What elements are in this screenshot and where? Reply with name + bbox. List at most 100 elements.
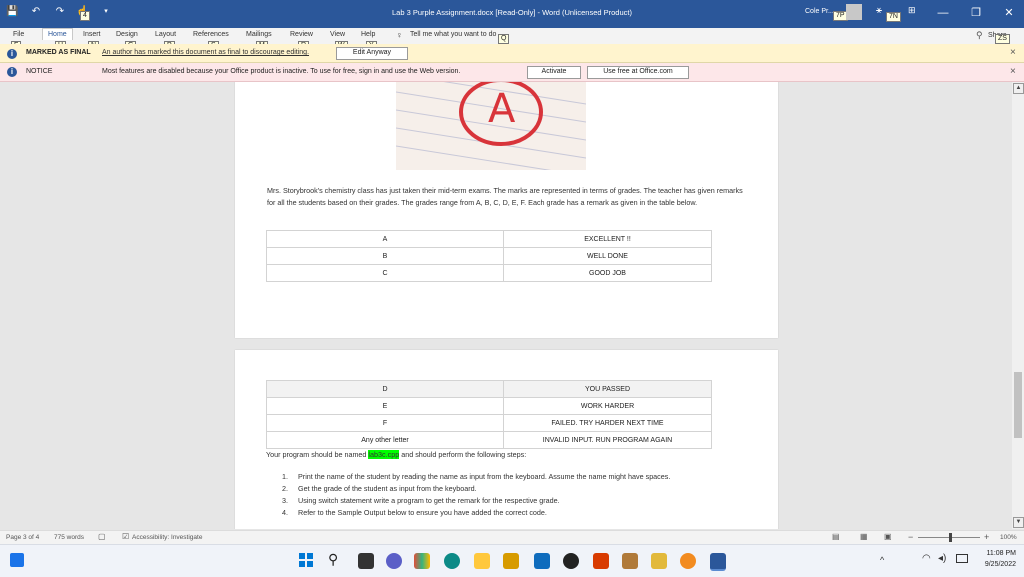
taskbar: ⚲ ^ ◠ ◂) 11:08 PM 9/25/2022 — [0, 544, 1024, 577]
use-free-button[interactable]: Use free at Office.com — [587, 66, 689, 79]
coauthoring-icon[interactable]: ⊞ — [908, 5, 916, 16]
keytip-share: ZS — [995, 34, 1010, 44]
file-explorer-icon[interactable] — [474, 553, 490, 569]
table-row: A EXCELLENT !! — [266, 230, 712, 248]
proofing-icon[interactable]: ▢ — [98, 532, 106, 541]
grade-cell: F — [266, 414, 504, 432]
grade-letter: A — [488, 86, 516, 132]
tab-references[interactable]: References — [190, 30, 232, 39]
start-icon[interactable] — [299, 553, 313, 567]
tab-insert[interactable]: Insert — [80, 30, 104, 39]
status-bar: Page 3 of 4 775 words ▢ ☑ Accessibility:… — [0, 530, 1024, 545]
task-view-icon[interactable] — [358, 553, 374, 569]
clock-time[interactable]: 11:08 PM — [980, 550, 1016, 557]
close-notice-bar-icon[interactable]: × — [1010, 66, 1016, 77]
edit-anyway-button[interactable]: Edit Anyway — [336, 47, 408, 60]
step-number: 2. — [282, 484, 288, 493]
close-button[interactable]: ✕ — [998, 4, 1020, 22]
remark-cell: GOOD JOB — [503, 264, 712, 282]
minimize-button[interactable]: — — [932, 4, 954, 22]
scroll-up-icon[interactable]: ▲ — [1013, 83, 1024, 94]
notice-label: NOTICE — [26, 68, 53, 75]
remark-cell: YOU PASSED — [503, 380, 712, 398]
ribbon-tabs: File Home Insert Design Layout Reference… — [0, 28, 1024, 51]
accessibility-icon[interactable]: ☑ — [122, 532, 129, 541]
list-item: 2. Get the grade of the student as input … — [282, 483, 762, 495]
tab-view[interactable]: View — [327, 30, 348, 39]
print-layout-icon[interactable]: ▦ — [860, 532, 868, 541]
table-row: F FAILED. TRY HARDER NEXT TIME — [266, 414, 712, 432]
zoom-level[interactable]: 100% — [1000, 534, 1017, 541]
search-icon[interactable]: ⚲ — [328, 551, 338, 568]
table-row: D YOU PASSED — [266, 380, 712, 398]
chat-icon[interactable] — [386, 553, 402, 569]
tab-design[interactable]: Design — [113, 30, 141, 39]
page-3: A Mrs. Storybrook's chemistry class has … — [235, 82, 778, 338]
tab-layout[interactable]: Layout — [152, 30, 179, 39]
graded-paper-image[interactable]: A — [396, 82, 586, 170]
avatar[interactable] — [846, 4, 862, 20]
activate-button[interactable]: Activate — [527, 66, 581, 79]
restore-button[interactable]: ❐ — [965, 4, 987, 22]
app-grid-icon[interactable] — [414, 553, 430, 569]
user-name[interactable]: Cole Pr... — [805, 8, 834, 15]
firefox-icon[interactable] — [680, 553, 696, 569]
vertical-scrollbar[interactable]: ▲ ▼ — [1012, 82, 1024, 529]
grade-cell: D — [266, 380, 504, 398]
wifi-icon[interactable]: ◠ — [922, 553, 931, 564]
step-text: Refer to the Sample Output below to ensu… — [298, 508, 547, 517]
list-item: 4. Refer to the Sample Output below to en… — [282, 507, 762, 519]
clock-date[interactable]: 9/25/2022 — [974, 561, 1016, 568]
table-row: C GOOD JOB — [266, 264, 712, 282]
word-icon[interactable] — [710, 553, 726, 571]
office-icon[interactable] — [593, 553, 609, 569]
tell-me-search[interactable]: Tell me what you want to do — [410, 31, 496, 38]
dell-icon[interactable] — [563, 553, 579, 569]
grade-cell: E — [266, 397, 504, 415]
ribbon-display-icon[interactable]: ⚹ — [876, 5, 882, 16]
web-layout-icon[interactable]: ▣ — [884, 532, 892, 541]
notice-bar: i NOTICE Most features are disabled beca… — [0, 63, 1024, 82]
tab-file[interactable]: File — [10, 30, 27, 39]
mail-icon[interactable] — [534, 553, 550, 569]
store-icon[interactable] — [503, 553, 519, 569]
tab-mailings[interactable]: Mailings — [243, 30, 275, 39]
keytip-ribbon: 7N — [886, 12, 901, 22]
volume-icon[interactable]: ◂) — [938, 553, 946, 564]
tray-chevron-icon[interactable]: ^ — [880, 555, 884, 565]
tab-help[interactable]: Help — [358, 30, 378, 39]
grade-cell: A — [266, 230, 504, 248]
scroll-down-icon[interactable]: ▼ — [1013, 517, 1024, 528]
program-post-text: and should perform the following steps: — [399, 450, 527, 459]
page-4: D YOU PASSED E WORK HARDER F FAILED. TRY HA… — [235, 350, 778, 529]
title-bar: 💾 ↶ ↷ ☝ 4 ▾ Lab 3 Purple Assignment.docx… — [0, 0, 1024, 28]
zoom-slider-thumb[interactable] — [949, 533, 952, 542]
marked-final-bar: i MARKED AS FINAL An author has marked t… — [0, 44, 1024, 63]
grade-table-2: D YOU PASSED E WORK HARDER F FAILED. TRY HA… — [266, 380, 712, 449]
tab-home[interactable]: Home — [42, 28, 73, 40]
step-number: 4. — [282, 508, 288, 517]
intro-paragraph: Mrs. Storybrook's chemistry class has ju… — [267, 186, 743, 207]
app-icon[interactable] — [622, 553, 638, 569]
read-mode-icon[interactable]: ▤ — [832, 532, 840, 541]
table-row: Any other letter INVALID INPUT. RUN PROGR… — [266, 431, 712, 449]
table-row: B WELL DONE — [266, 247, 712, 265]
widgets-icon[interactable] — [10, 553, 24, 567]
word-count[interactable]: 775 words — [54, 534, 84, 541]
zoom-in-button[interactable]: + — [984, 532, 989, 542]
step-number: 3. — [282, 496, 288, 505]
share-icon[interactable]: ⚲ — [976, 30, 983, 41]
accessibility-status[interactable]: Accessibility: Investigate — [132, 534, 202, 541]
program-instruction: Your program should be named lab3c.cpp a… — [266, 449, 746, 461]
remark-cell: WELL DONE — [503, 247, 712, 265]
page-count[interactable]: Page 3 of 4 — [6, 534, 39, 541]
app-icon[interactable] — [651, 553, 667, 569]
battery-icon[interactable] — [956, 554, 968, 563]
zoom-out-button[interactable]: − — [908, 532, 913, 542]
list-item: 3. Using switch statement write a program… — [282, 495, 762, 507]
close-final-bar-icon[interactable]: × — [1010, 47, 1016, 58]
edge-icon[interactable] — [444, 553, 460, 569]
scrollbar-thumb[interactable] — [1014, 372, 1022, 438]
final-message: An author has marked this document as fi… — [102, 49, 310, 56]
tab-review[interactable]: Review — [287, 30, 316, 39]
